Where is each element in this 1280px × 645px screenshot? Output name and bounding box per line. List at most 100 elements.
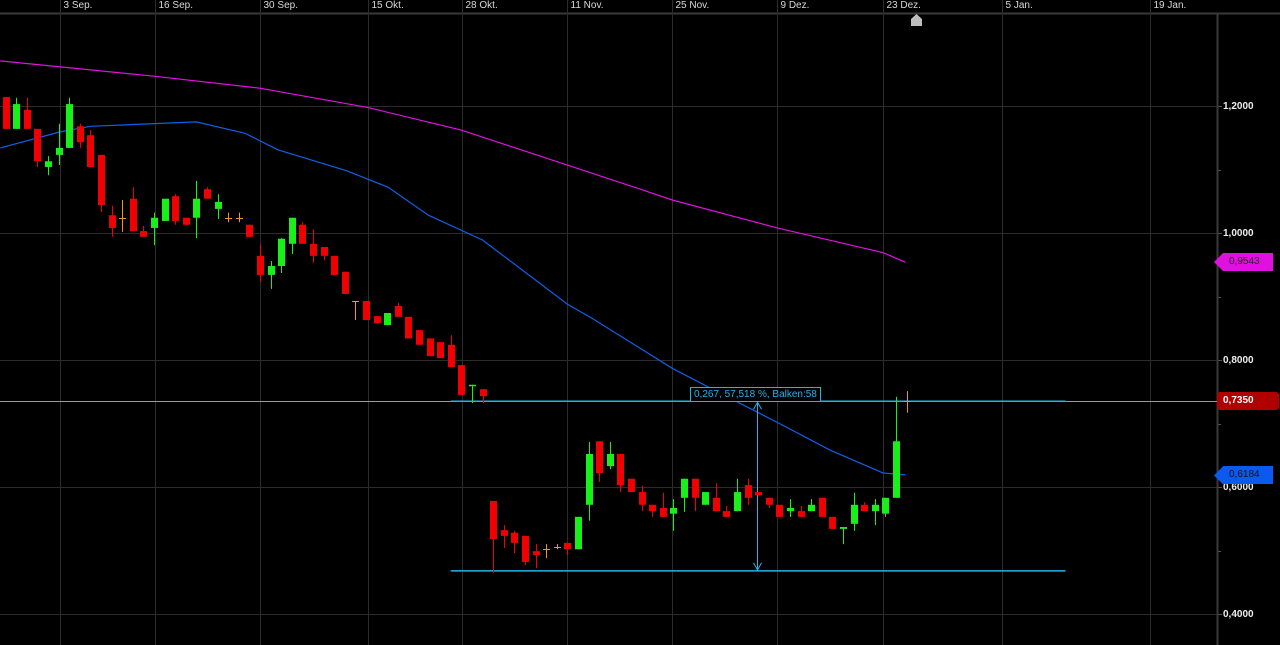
candle-body <box>469 384 476 387</box>
candle-body <box>798 511 805 517</box>
x-tick-label: 5 Jan. <box>1005 0 1033 11</box>
candle-body <box>405 316 412 339</box>
candle-body <box>660 507 667 517</box>
candle-body <box>533 551 540 555</box>
candle-body <box>268 266 275 275</box>
candle-body <box>448 344 455 367</box>
candle-body <box>321 246 328 256</box>
x-tick-label: 16 Sep. <box>158 0 193 11</box>
ma-slow-line <box>0 60 906 263</box>
last-price-tag: 0,7350 <box>1217 392 1279 411</box>
candle-body <box>819 497 826 517</box>
home-marker-icon[interactable] <box>910 14 923 27</box>
candle-body <box>395 306 402 317</box>
candle-body <box>575 516 582 550</box>
candle-body <box>882 497 889 514</box>
candle-body <box>596 441 603 474</box>
x-tick-label: 9 Dez. <box>780 0 810 11</box>
y-tick-label: 1,2000 <box>1223 100 1254 112</box>
candle-body <box>628 478 635 493</box>
candle-body <box>278 238 285 267</box>
x-tick-label: 3 Sep. <box>63 0 93 11</box>
candle-body <box>564 542 571 550</box>
x-tick-label: 23 Dez. <box>886 0 921 11</box>
candle-body <box>808 504 815 512</box>
candle-body <box>861 504 868 512</box>
candle-body <box>384 313 391 326</box>
candle-body <box>480 389 487 397</box>
ma-fast-value-tag: 0,6184 <box>1223 466 1273 485</box>
candle-body <box>3 97 10 129</box>
candle-body <box>670 507 677 514</box>
candle-body <box>766 497 773 505</box>
ma-slow-value-tag: 0,9543 <box>1223 253 1273 272</box>
candle-body <box>204 189 211 199</box>
candle-body <box>130 198 137 232</box>
candle-body <box>607 453 614 467</box>
x-tick-label: 11 Nov. <box>570 0 604 11</box>
candle-body <box>45 161 52 167</box>
y-tick-label: 0,8000 <box>1223 354 1254 366</box>
candle-body <box>246 224 253 237</box>
candle-body <box>363 300 370 320</box>
candle-body <box>140 231 147 237</box>
candle-body <box>416 330 423 345</box>
candle-body <box>56 147 63 155</box>
candle-body <box>193 198 200 218</box>
candle-body <box>289 217 296 244</box>
candle-body <box>342 271 349 294</box>
measure-tool-label[interactable]: 0,267, 57,518 %, Balken:58 <box>690 387 821 402</box>
candle-body <box>310 243 317 256</box>
candle-body <box>490 500 497 540</box>
candle-body <box>787 507 794 512</box>
y-tick-label: 0,4000 <box>1223 608 1254 620</box>
candle-body <box>723 511 730 517</box>
candle-body <box>840 527 847 529</box>
candle-body <box>109 215 116 228</box>
candle-body <box>522 535 529 562</box>
candle-body <box>24 109 31 129</box>
ma-fast-line <box>0 121 906 476</box>
candle-body <box>437 342 444 359</box>
candle-body <box>586 453 593 505</box>
x-tick-label: 25 Nov. <box>675 0 710 11</box>
x-tick-label: 28 Okt. <box>465 0 498 11</box>
candle-body <box>639 492 646 505</box>
candle-body <box>66 104 73 148</box>
candle-body <box>872 504 879 512</box>
candle-body <box>77 126 84 143</box>
candle-body <box>776 504 783 517</box>
candle-body <box>702 492 709 505</box>
candle-body <box>427 338 434 357</box>
candle-body <box>151 217 158 228</box>
candle-body <box>257 255 264 275</box>
candle-body <box>34 128 41 162</box>
x-tick-label: 15 Okt. <box>371 0 404 11</box>
candle-body <box>162 198 169 221</box>
candle-body <box>458 365 465 395</box>
candle-body <box>692 478 699 498</box>
candle-body <box>13 104 20 129</box>
candle-body <box>172 196 179 221</box>
candle-body <box>851 504 858 524</box>
candle-body <box>734 492 741 512</box>
candle-body <box>681 478 688 498</box>
candle-body <box>98 154 105 206</box>
candle-body <box>829 516 836 529</box>
candle-body <box>215 201 222 209</box>
candle-body <box>299 224 306 244</box>
candlestick-chart[interactable] <box>0 0 1280 645</box>
candle-body <box>893 441 900 498</box>
candle-body <box>331 255 338 275</box>
candle-body <box>649 504 656 512</box>
candle-body <box>745 485 752 498</box>
candle-body <box>713 497 720 512</box>
x-tick-label: 30 Sep. <box>263 0 298 11</box>
y-tick-label: 1,0000 <box>1223 227 1254 239</box>
candle-body <box>501 530 508 536</box>
candle-body <box>755 492 762 496</box>
candle-body <box>374 316 381 324</box>
x-tick-label: 19 Jan. <box>1153 0 1187 11</box>
candle-body <box>183 217 190 225</box>
candle-body <box>511 532 518 543</box>
